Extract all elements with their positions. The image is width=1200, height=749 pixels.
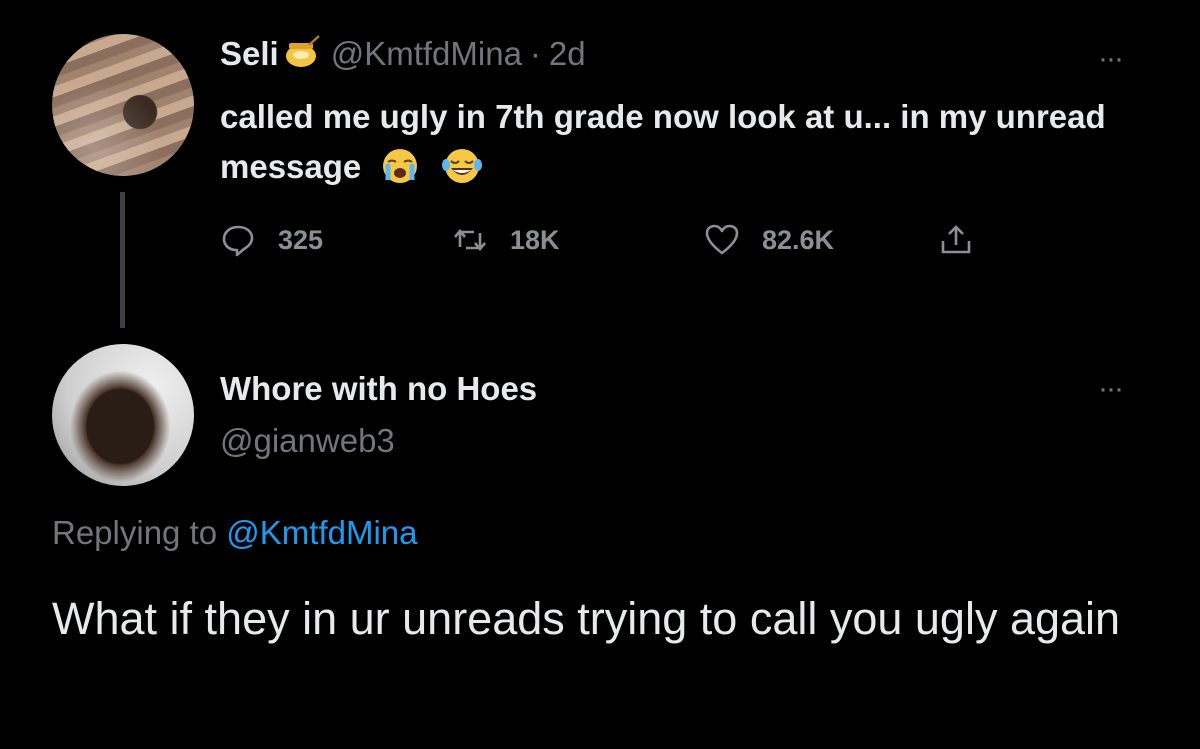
tweet2-text: What if they in ur unreads trying to cal… — [52, 593, 1121, 644]
avatar-seli[interactable] — [52, 34, 194, 176]
face-with-tears-of-joy-icon — [440, 146, 484, 186]
replying-to-line: Replying to @KmtfdMina — [52, 514, 418, 552]
tweet1-timestamp[interactable]: 2d — [549, 35, 586, 73]
tweet1-action-bar: 325 18K 82.6K — [220, 220, 1040, 260]
reply-count: 325 — [278, 224, 324, 255]
like-button[interactable]: 82.6K — [704, 220, 834, 260]
tweet1-body: called me ugly in 7th grade now look at … — [220, 92, 1140, 192]
avatar-gianweb3[interactable] — [52, 344, 194, 486]
honey-pot-icon — [283, 35, 321, 69]
tweet1-text: called me ugly in 7th grade now look at … — [220, 98, 1106, 185]
tweet2-author-name[interactable]: Whore with no Hoes — [220, 370, 537, 408]
share-button[interactable] — [938, 220, 996, 260]
replying-to-label: Replying to — [52, 514, 218, 551]
separator-dot: · — [529, 35, 541, 72]
loudly-crying-face-icon — [378, 146, 422, 186]
like-count: 82.6K — [762, 224, 835, 255]
thread-connector-line — [120, 192, 125, 328]
tweet1-author-handle[interactable]: @KmtfdMina — [331, 35, 522, 73]
retweet-icon — [454, 228, 486, 252]
replying-to-handle-link[interactable]: @KmtfdMina — [226, 514, 417, 551]
tweet1-author-name[interactable]: Seli — [220, 35, 279, 73]
retweet-count: 18K — [510, 224, 560, 255]
heart-icon — [705, 224, 739, 255]
share-icon — [941, 225, 971, 254]
reply-icon — [222, 225, 254, 257]
tweet2-author-handle[interactable]: @gianweb3 — [220, 422, 395, 460]
reply-button[interactable]: 325 — [220, 220, 323, 260]
tweet1-author-line: Seli @KmtfdMina · 2d — [220, 34, 586, 74]
retweet-button[interactable]: 18K — [452, 220, 560, 260]
tweet2-more-options-icon[interactable]: ··· — [1098, 372, 1124, 406]
tweet1-more-options-icon[interactable]: ··· — [1098, 42, 1124, 76]
